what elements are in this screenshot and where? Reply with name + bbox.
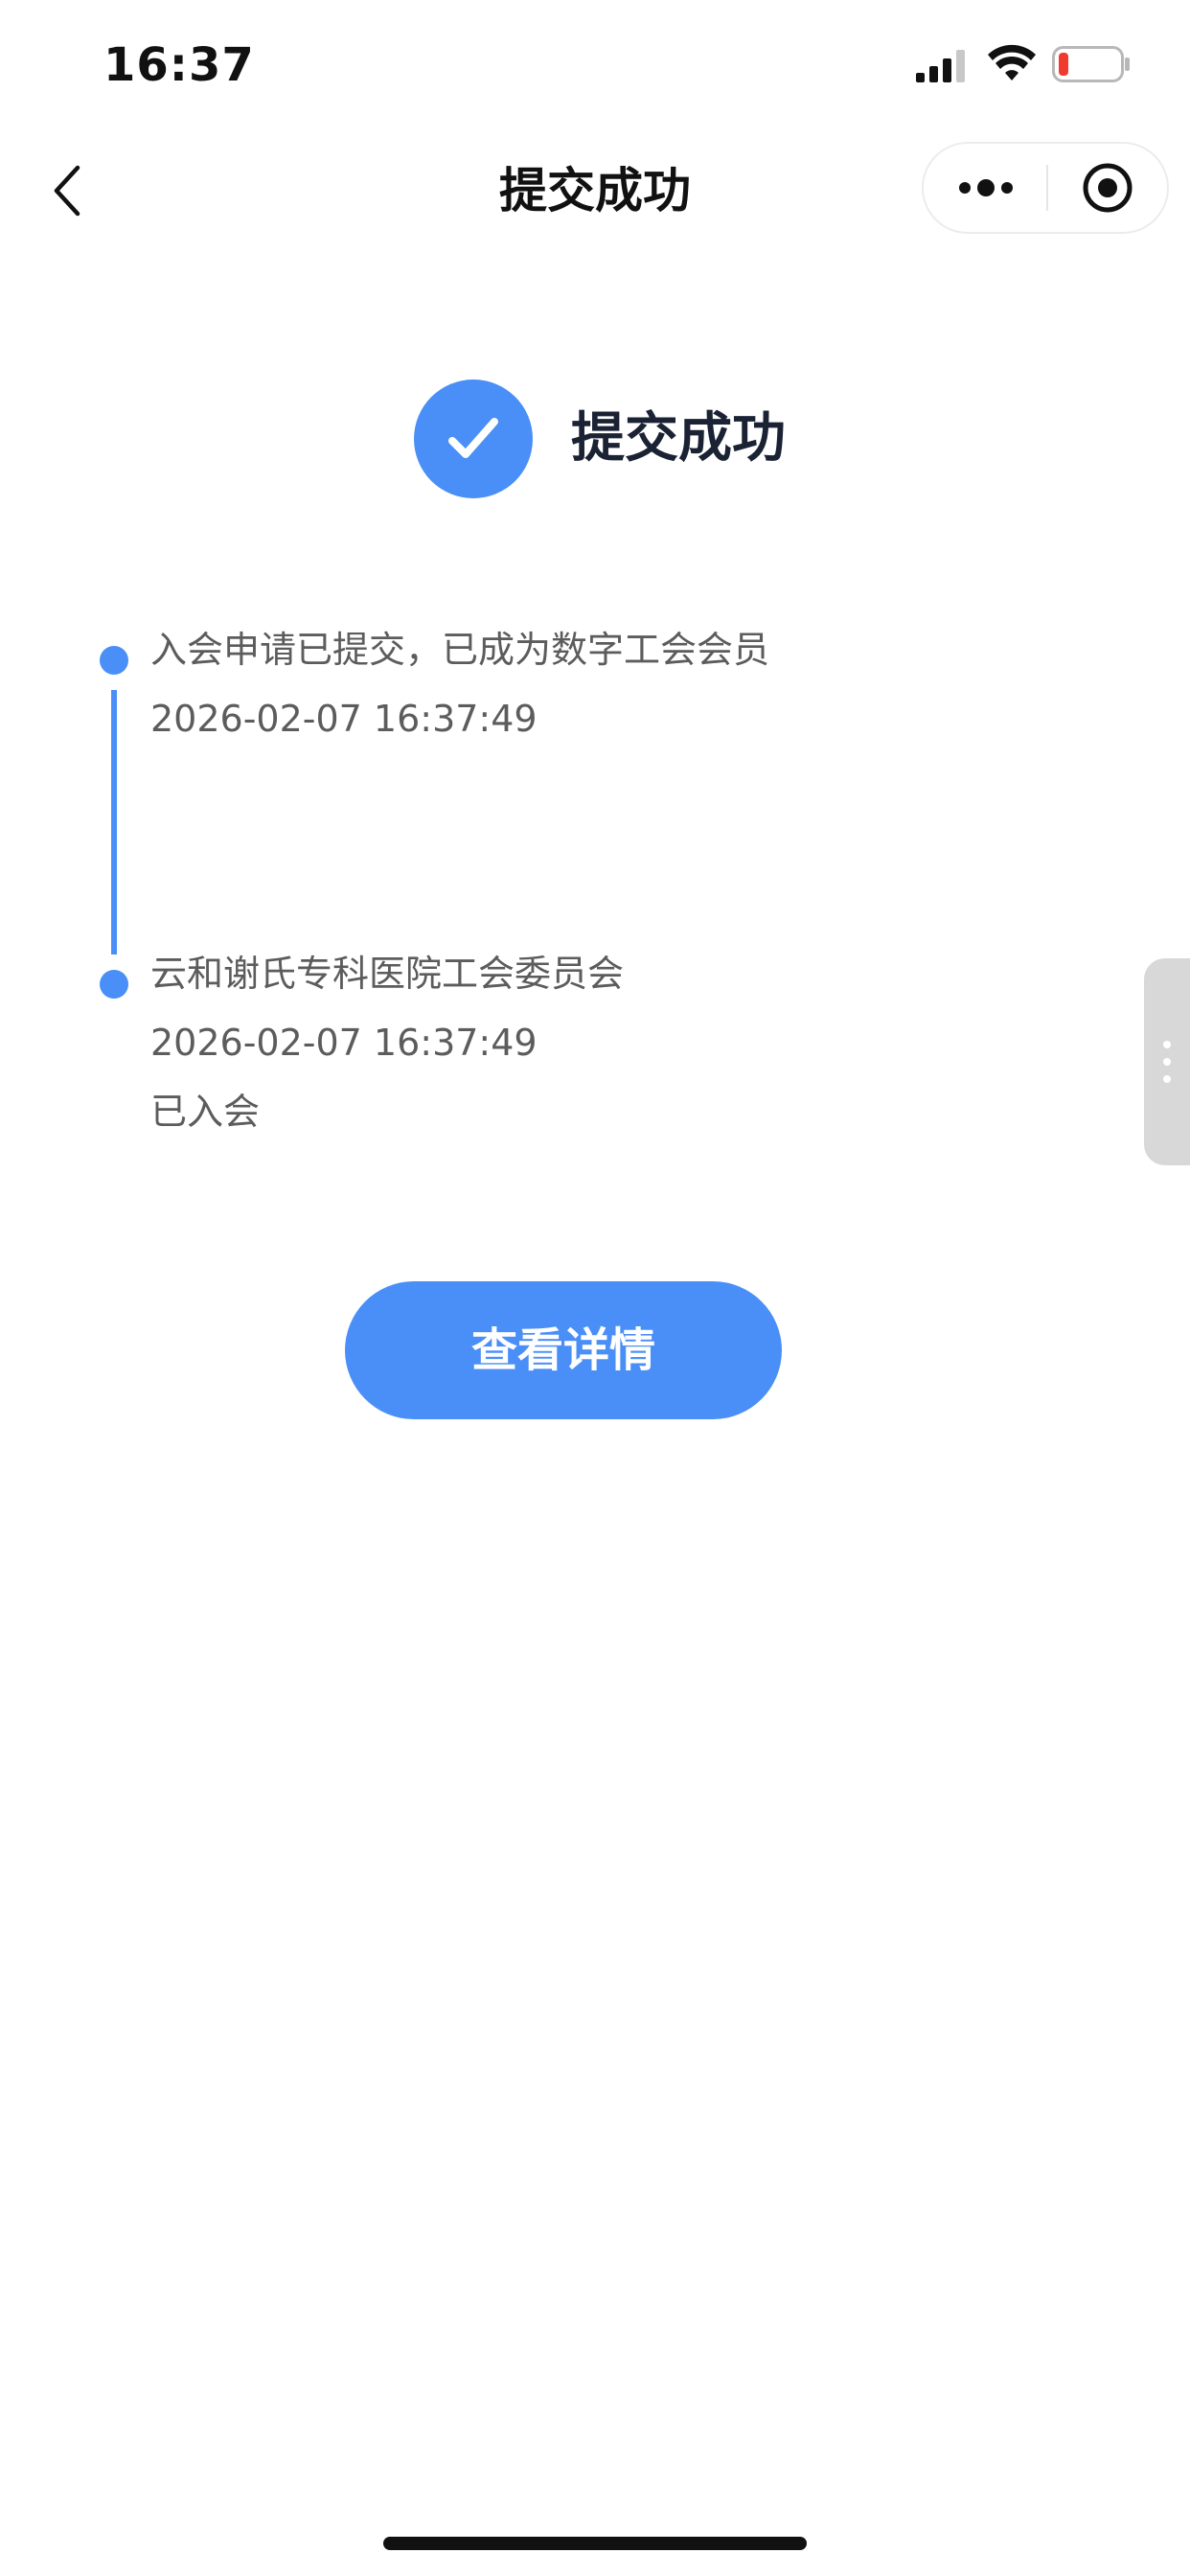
view-details-button[interactable]: 查看详情 bbox=[345, 1281, 782, 1419]
timeline-item-status: 已入会 bbox=[150, 1091, 261, 1133]
battery-icon bbox=[1052, 46, 1130, 82]
timeline-dot bbox=[100, 646, 128, 675]
timeline-dot bbox=[100, 970, 128, 999]
back-button[interactable] bbox=[38, 157, 96, 224]
more-icon bbox=[959, 179, 1013, 196]
timeline-item-time: 2026-02-07 16:37:49 bbox=[150, 698, 538, 740]
status-time: 16:37 bbox=[103, 38, 255, 92]
more-button[interactable] bbox=[926, 144, 1046, 232]
back-chevron-icon bbox=[54, 165, 80, 217]
close-target-icon bbox=[1083, 163, 1133, 213]
timeline-line bbox=[111, 690, 117, 954]
timeline-item-time: 2026-02-07 16:37:49 bbox=[150, 1022, 538, 1064]
home-indicator[interactable] bbox=[383, 2537, 807, 2550]
handle-dot bbox=[1163, 1041, 1171, 1048]
check-icon bbox=[448, 418, 498, 458]
mini-program-capsule bbox=[922, 142, 1169, 234]
handle-dot bbox=[1163, 1075, 1171, 1083]
success-badge bbox=[414, 380, 533, 498]
wifi-icon bbox=[988, 44, 1036, 80]
side-drawer-handle[interactable] bbox=[1144, 958, 1190, 1165]
signal-icon bbox=[916, 50, 965, 82]
timeline-item-title: 入会申请已提交，已成为数字工会会员 bbox=[150, 629, 770, 671]
timeline-item-title: 云和谢氏专科医院工会委员会 bbox=[150, 953, 625, 995]
success-title: 提交成功 bbox=[571, 407, 786, 470]
handle-dot bbox=[1163, 1058, 1171, 1066]
close-button[interactable] bbox=[1048, 144, 1167, 232]
